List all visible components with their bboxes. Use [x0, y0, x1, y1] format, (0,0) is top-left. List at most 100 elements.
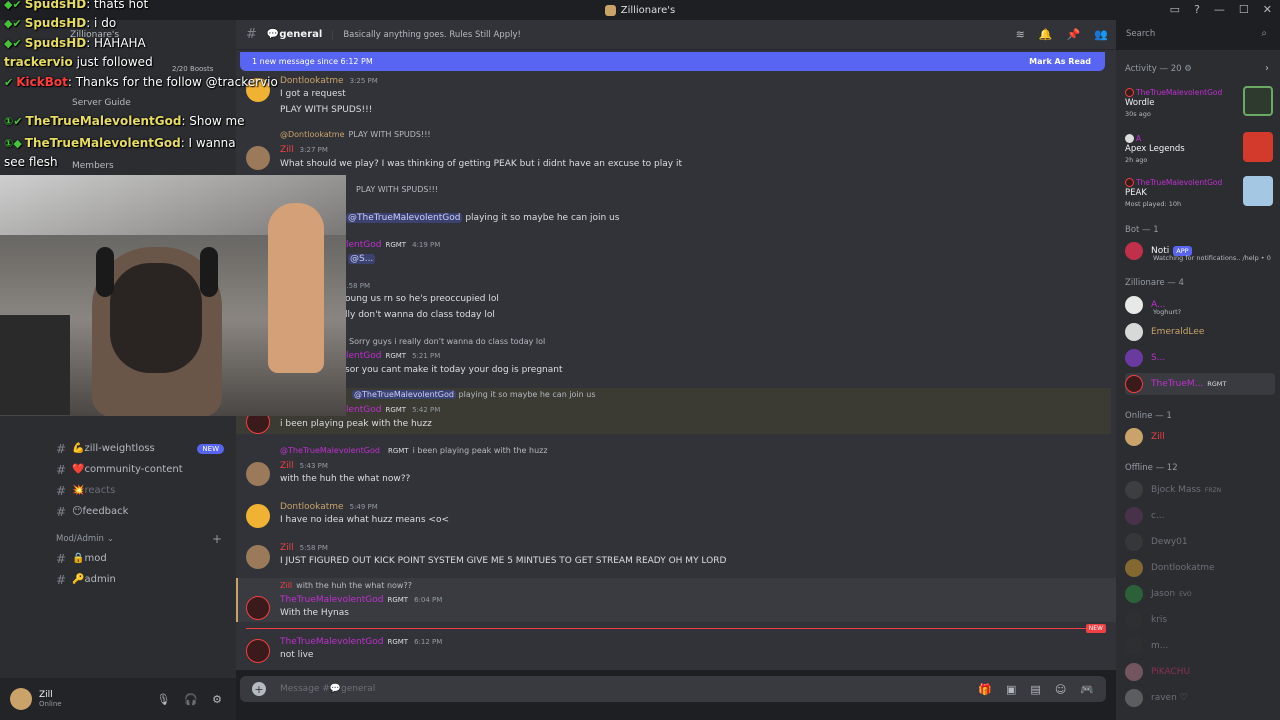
- gif-icon[interactable]: ▣: [1006, 683, 1016, 696]
- bell-icon[interactable]: 🔔: [1039, 28, 1053, 41]
- message-author[interactable]: lentGod RGMT 5:21 PM: [346, 351, 440, 361]
- attach-plus-icon[interactable]: +: [252, 682, 266, 696]
- message[interactable]: lentGod RGMT 4:19 PM @S...: [236, 238, 1111, 268]
- activity-card[interactable]: TheTrueMalevolentGod PEAK Most played: 1…: [1121, 176, 1273, 216]
- message-author[interactable]: Dontlookatme 3:25 PM: [280, 76, 378, 86]
- message-author[interactable]: Zill 5:58 PM: [280, 543, 328, 553]
- author-name[interactable]: Zill: [280, 461, 294, 471]
- user-info[interactable]: Zill Online: [32, 690, 62, 708]
- member-item[interactable]: kris: [1125, 609, 1275, 631]
- member-item[interactable]: Dewy01: [1125, 531, 1275, 553]
- inbox-icon[interactable]: ▭: [1170, 3, 1180, 16]
- member-list-icon[interactable]: 👥: [1094, 28, 1108, 41]
- minimize-button[interactable]: —: [1214, 3, 1225, 16]
- reply-preview[interactable]: @TheTrueMalevolentGod playing it so mayb…: [352, 390, 596, 399]
- member-item[interactable]: raven ♡: [1125, 687, 1275, 709]
- message-list[interactable]: 1 new message since 6:12 PM Mark As Read…: [236, 50, 1116, 670]
- message[interactable]: Zill with the huh the what now?? TheTrueM…: [236, 580, 1111, 622]
- mark-as-read-button[interactable]: Mark As Read: [1029, 57, 1091, 66]
- author-name[interactable]: lentGod: [346, 240, 381, 250]
- channel-community-content[interactable]: # ❤️ community-content: [44, 459, 234, 480]
- reply-preview[interactable]: Zill with the huh the what now??: [280, 581, 412, 590]
- message[interactable]: Sorry guys i really don't wanna do class…: [236, 336, 1111, 382]
- message-author[interactable]: TheTrueMalevolentGod RGMT 6:12 PM: [280, 637, 442, 647]
- avatar[interactable]: [246, 504, 270, 528]
- member-item[interactable]: Bjock Mass FRZN: [1125, 479, 1275, 501]
- user-mention[interactable]: @TheTrueMalevolentGod: [346, 213, 463, 223]
- microphone-icon[interactable]: 🎙: [156, 693, 170, 706]
- message-author[interactable]: Zill 3:27 PM: [280, 145, 328, 155]
- reply-preview[interactable]: @Dontlookatme PLAY WITH SPUDS!!!: [280, 130, 431, 139]
- activity-card[interactable]: TheTrueMalevolentGod Wordle 30s ago: [1121, 86, 1273, 126]
- member-item[interactable]: Zill: [1125, 426, 1275, 448]
- author-name[interactable]: TheTrueMalevolentGod: [280, 595, 383, 605]
- message-composer[interactable]: + Message #💬general 🎁 ▣ ▤ ☺ 🎮: [240, 676, 1106, 702]
- new-messages-bar[interactable]: 1 new message since 6:12 PM Mark As Read: [240, 52, 1105, 71]
- author-name[interactable]: lentGod: [346, 351, 381, 361]
- message-author[interactable]: Zill 5:43 PM: [280, 461, 328, 471]
- author-name[interactable]: Dontlookatme: [280, 76, 344, 86]
- member-noti[interactable]: Noti APP Watching for notifications.. /h…: [1125, 240, 1275, 262]
- avatar: [1125, 323, 1143, 341]
- help-icon[interactable]: ?: [1194, 3, 1200, 16]
- user-mention[interactable]: @S...: [348, 254, 376, 264]
- message[interactable]: @TheTrueMalevolentGod playing it so mayb…: [236, 388, 1111, 434]
- member-item[interactable]: Jason EVO: [1125, 583, 1275, 605]
- message-author[interactable]: lentGod RGMT 4:19 PM: [346, 240, 440, 250]
- message[interactable]: Zill 5:58 PM I JUST FIGURED OUT KICK POIN…: [236, 541, 1111, 573]
- gear-icon[interactable]: ⚙: [1184, 64, 1192, 74]
- author-name[interactable]: TheTrueMalevolentGod: [280, 637, 383, 647]
- author-name[interactable]: lentGod: [346, 405, 381, 415]
- avatar[interactable]: [246, 462, 270, 486]
- gift-icon[interactable]: 🎁: [978, 683, 992, 696]
- channel-admin[interactable]: # 🔑 admin: [44, 569, 234, 590]
- message[interactable]: TheTrueMalevolentGod RGMT 6:12 PM not live: [236, 635, 1111, 667]
- message[interactable]: Dontlookatme 3:25 PM I got a request PLAY…: [236, 74, 1111, 118]
- pin-icon[interactable]: 📌: [1067, 28, 1081, 41]
- sticker-icon[interactable]: ▤: [1030, 683, 1040, 696]
- member-item[interactable]: m...: [1125, 635, 1275, 657]
- message[interactable]: @TheTrueMalevolentGod RGMT i been playing …: [236, 444, 1111, 490]
- avatar[interactable]: [10, 688, 32, 710]
- threads-icon[interactable]: ≋: [1016, 28, 1025, 41]
- message-input[interactable]: Message #💬general: [280, 684, 375, 694]
- channel-reacts[interactable]: # 💥 reacts: [44, 480, 234, 501]
- avatar[interactable]: [246, 596, 270, 620]
- message[interactable]: Dontlookatme 5:49 PM I have no idea what …: [236, 500, 1111, 532]
- headphones-icon[interactable]: 🎧: [184, 693, 198, 706]
- emoji-icon[interactable]: ☺: [1055, 683, 1066, 696]
- channel-label: admin: [84, 574, 116, 585]
- category-mod-admin[interactable]: Mod/Admin ⌄ +: [44, 530, 234, 548]
- author-name[interactable]: Zill: [280, 145, 294, 155]
- maximize-button[interactable]: ☐: [1239, 3, 1249, 16]
- channel-zill-weightloss[interactable]: # 💪 zill-weightloss NEW: [44, 438, 234, 459]
- reply-preview[interactable]: @TheTrueMalevolentGod RGMT i been playing …: [280, 446, 548, 455]
- avatar[interactable]: [246, 545, 270, 569]
- member-item[interactable]: A... Yoghurt?: [1125, 294, 1275, 316]
- activity-card[interactable]: A Apex Legends 2h ago: [1121, 132, 1273, 172]
- message-author[interactable]: TheTrueMalevolentGod RGMT 6:04 PM: [280, 595, 442, 605]
- avatar[interactable]: [246, 639, 270, 663]
- member-item[interactable]: EmeraldLee: [1125, 321, 1275, 343]
- author-name[interactable]: Dontlookatme: [280, 502, 344, 512]
- message[interactable]: ...58 PM oung us rn so he's preoccupied …: [236, 282, 1111, 322]
- channel-mod[interactable]: # 🔒 mod: [44, 548, 234, 569]
- message-author[interactable]: Dontlookatme 5:49 PM: [280, 502, 378, 512]
- message[interactable]: @Dontlookatme PLAY WITH SPUDS!!! Zill 3:27…: [236, 128, 1111, 174]
- search-input[interactable]: Search ⌕: [1120, 25, 1272, 44]
- member-item[interactable]: S...: [1125, 347, 1275, 369]
- author-name[interactable]: Zill: [280, 543, 294, 553]
- message-author[interactable]: lentGod RGMT 5:42 PM: [346, 405, 440, 415]
- member-item[interactable]: c...: [1125, 505, 1275, 527]
- chevron-right-icon[interactable]: ›: [1265, 63, 1269, 74]
- message[interactable]: PLAY WITH SPUDS!!! @TheTrueMalevolentGod…: [236, 184, 1111, 224]
- apps-icon[interactable]: 🎮: [1080, 683, 1094, 696]
- member-item[interactable]: Dontlookatme: [1125, 557, 1275, 579]
- member-item[interactable]: TheTrueM... RGMT: [1125, 373, 1275, 395]
- close-button[interactable]: ✕: [1263, 3, 1272, 16]
- channel-feedback[interactable]: # 😶 feedback: [44, 501, 234, 522]
- gear-icon[interactable]: ⚙: [212, 693, 222, 706]
- add-channel-icon[interactable]: +: [212, 532, 222, 546]
- member-item[interactable]: PiKACHU: [1125, 661, 1275, 683]
- channel-topic[interactable]: Basically anything goes. Rules Still App…: [332, 29, 521, 40]
